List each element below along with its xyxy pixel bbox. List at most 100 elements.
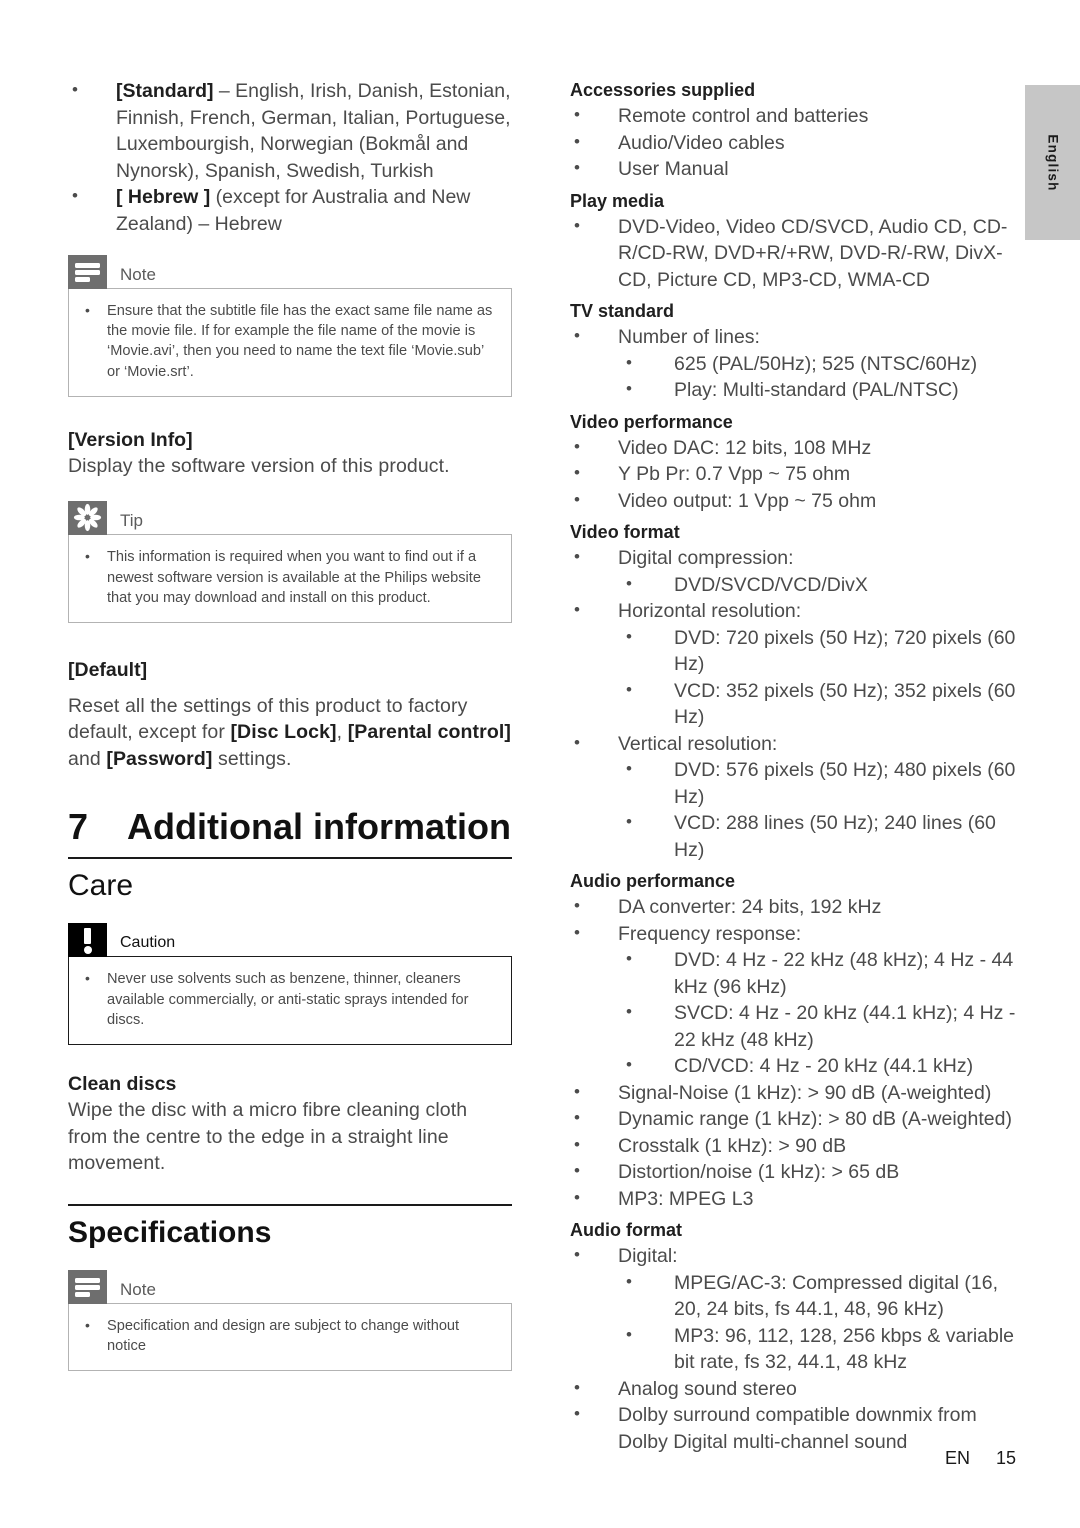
spec-sublist: DVD: 576 pixels (50 Hz); 480 pixels (60 … [622,756,1020,863]
callout-title: Tip [120,511,143,531]
callout-body: Never use solvents such as benzene, thin… [68,956,512,1046]
list-item: Dynamic range (1 kHz): > 80 dB (A-weight… [570,1105,1020,1133]
care-heading: Care [68,869,134,903]
sublist-item: DVD: 576 pixels (50 Hz); 480 pixels (60 … [622,756,1020,810]
list-item: [ Hebrew ] (except for Australia and New… [68,183,512,237]
clean-discs-heading: Clean discs [68,1073,177,1096]
sublist-item: VCD: 352 pixels (50 Hz); 352 pixels (60 … [622,677,1020,731]
list-item-text: Frequency response: [618,922,802,945]
spec-list: Digital:MPEG/AC-3: Compressed digital (1… [570,1242,1020,1455]
list-item-text: Audio/Video cables [618,131,785,154]
list-item: DA converter: 24 bits, 192 kHz [570,893,1020,921]
note-callout: Note Ensure that the subtitle file has t… [68,255,512,397]
spec-list: Video DAC: 12 bits, 108 MHz Y Pb Pr: 0.7 … [570,434,1020,515]
chapter-number: 7 [68,806,89,848]
sublist-item: MP3: 96, 112, 128, 256 kbps & variable b… [622,1322,1020,1376]
list-item-text: Video output: 1 Vpp ~ 75 ohm [618,489,877,512]
list-item: Number of lines:625 (PAL/50Hz); 525 (NTS… [570,323,1020,404]
spec-list: DVD-Video, Video CD/SVCD, Audio CD, CD-R… [570,213,1020,294]
list-item: Vertical resolution:DVD: 576 pixels (50 … [570,730,1020,864]
page-footer: EN 15 [0,1448,1016,1469]
callout-list: This information is required when you wa… [79,546,495,608]
list-item: Audio/Video cables [570,129,1020,157]
specifications-divider [68,1203,512,1206]
sublist-item: MPEG/AC-3: Compressed digital (16, 20, 2… [622,1269,1020,1323]
right-column: Accessories suppliedRemote control and b… [570,78,1020,1455]
list-item-text: Analog sound stereo [618,1377,797,1400]
callout-header: Note [68,255,512,289]
list-item: Digital compression:DVD/SVCD/VCD/DivX [570,544,1020,599]
language-options-list: [Standard] – English, Irish, Danish, Est… [68,77,512,237]
caution-callout: Caution Never use solvents such as benze… [68,923,512,1046]
caution-icon [68,923,107,958]
spec-section-heading: Video performance [570,411,733,432]
list-item: Distortion/noise (1 kHz): > 65 dB [570,1158,1020,1186]
callout-header: Caution [68,923,512,958]
note-icon [68,255,107,289]
list-item-text: Vertical resolution: [618,732,778,755]
list-item-bold-label: [Standard] [116,80,214,102]
password-label: [Password] [106,747,213,770]
callout-list: Specification and design are subject to … [79,1315,495,1356]
callout-list: Ensure that the subtitle file has the ex… [79,300,495,382]
list-item-text: Video DAC: 12 bits, 108 MHz [618,436,872,459]
callout-header: Note [68,1269,512,1304]
sublist-item: DVD: 720 pixels (50 Hz); 720 pixels (60 … [622,624,1020,678]
list-item: Signal-Noise (1 kHz): > 90 dB (A-weighte… [570,1079,1020,1107]
spec-list: Number of lines:625 (PAL/50Hz); 525 (NTS… [570,323,1020,404]
list-item: Never use solvents such as benzene, thin… [79,968,495,1030]
list-item-text: Distortion/noise (1 kHz): > 65 dB [618,1161,900,1183]
footer-page-number: 15 [995,1448,1016,1468]
parental-control-label: [Parental control] [347,721,511,744]
language-side-tab: English [1025,85,1080,240]
default-text: Reset all the settings of this product t… [68,693,512,773]
list-item-text: Digital compression: [618,547,794,569]
list-item: Video DAC: 12 bits, 108 MHz [570,434,1020,462]
callout-header: Tip [68,501,512,536]
default-heading: [Default] [68,658,148,681]
clean-discs-text: Wipe the disc with a micro fibre cleanin… [68,1099,468,1175]
list-item: This information is required when you wa… [79,546,495,608]
list-item-text: Dynamic range (1 kHz): > 80 dB (A-weight… [618,1108,1012,1130]
language-side-tab-label: English [1045,133,1060,192]
list-item: Specification and design are subject to … [79,1315,495,1356]
list-item-text: Crosstalk (1 kHz): > 90 dB [618,1134,847,1157]
spec-sublist: DVD/SVCD/VCD/DivX [622,571,1020,599]
spec-sublist: MPEG/AC-3: Compressed digital (16, 20, 2… [622,1269,1020,1376]
list-item: Crosstalk (1 kHz): > 90 dB [570,1132,1020,1160]
sublist-item: CD/VCD: 4 Hz - 20 kHz (44.1 kHz) [622,1052,1020,1080]
list-item: User Manual [570,155,1020,183]
list-item-bold-label: [ Hebrew ] [116,186,211,208]
callout-title: Note [120,1279,156,1299]
list-item: Y Pb Pr: 0.7 Vpp ~ 75 ohm [570,460,1020,488]
list-item: Digital:MPEG/AC-3: Compressed digital (1… [570,1242,1020,1376]
spec-section-heading: Audio performance [570,871,736,891]
list-item-text: Signal-Noise (1 kHz): > 90 dB (A-weighte… [618,1081,992,1104]
chapter-title: Additional information [127,806,511,848]
spec-section-heading: Audio format [570,1220,682,1240]
default-text-part-2: , [336,721,348,744]
sublist-item: Play: Multi-standard (PAL/NTSC) [622,376,1020,404]
list-item: MP3: MPEG L3 [570,1185,1020,1213]
list-item: Frequency response:DVD: 4 Hz - 22 kHz (4… [570,920,1020,1080]
spec-section-heading: Accessories supplied [570,80,756,100]
spec-list: Remote control and batteries Audio/Video … [570,102,1020,183]
spec-sublist: 625 (PAL/50Hz); 525 (NTSC/60Hz)Play: Mul… [622,350,1020,404]
tip-icon [68,501,107,536]
sublist-item: SVCD: 4 Hz - 20 kHz (44.1 kHz); 4 Hz - 2… [622,999,1020,1053]
list-item: Analog sound stereo [570,1375,1020,1403]
list-item: Video output: 1 Vpp ~ 75 ohm [570,487,1020,515]
callout-title: Note [120,265,156,284]
note-icon [68,1269,107,1304]
chapter-heading: 7 Additional information [68,806,512,848]
list-item: Horizontal resolution:DVD: 720 pixels (5… [570,597,1020,731]
sublist-item: VCD: 288 lines (50 Hz); 240 lines (60 Hz… [622,809,1020,863]
list-item: Ensure that the subtitle file has the ex… [79,300,495,382]
sublist-item: DVD/SVCD/VCD/DivX [622,571,1020,599]
disc-lock-label: [Disc Lock] [230,721,337,744]
sublist-item: DVD: 4 Hz - 22 kHz (48 kHz); 4 Hz - 44 k… [622,946,1020,1000]
specifications-heading: Specifications [68,1215,272,1249]
tip-callout: Tip This information is required when yo… [68,501,512,623]
footer-language-code: EN [944,1448,970,1468]
spec-section-heading: Play media [570,190,665,211]
